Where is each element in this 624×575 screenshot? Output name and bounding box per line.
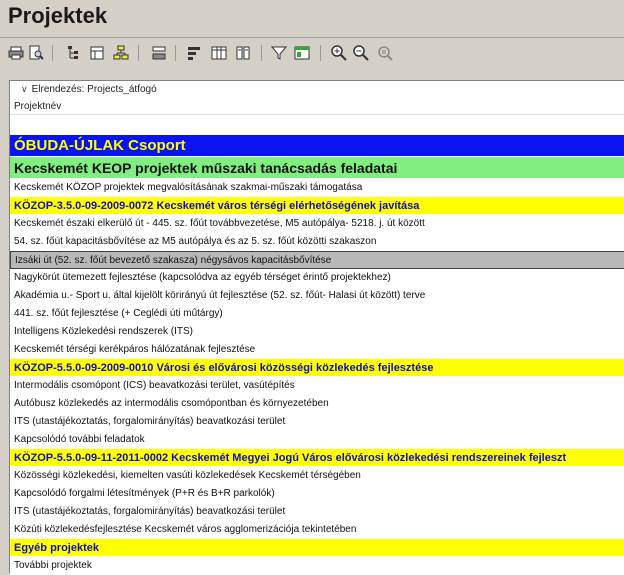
- list-item[interactable]: Kecskemét északi elkerülő út - 445. sz. …: [10, 215, 624, 233]
- list-item[interactable]: 441. sz. főút fejlesztése (+ Ceglédi úti…: [10, 305, 624, 323]
- layout-selector[interactable]: ∨ Elrendezés: Projects_átfogó: [10, 81, 624, 98]
- window-title: Projektek: [8, 3, 108, 28]
- list-item[interactable]: Autóbusz közlekedés az intermodális csom…: [10, 395, 624, 413]
- row-text: Izsáki út (52. sz. főút bevezető szakasz…: [15, 254, 332, 266]
- row-text: Közúti közlekedésfejlesztése Kecskemét v…: [14, 524, 357, 535]
- list-item[interactable]: Közúti közlekedésfejlesztése Kecskemét v…: [10, 521, 624, 539]
- toolbar-separator: [175, 45, 176, 61]
- list-item[interactable]: További projektek: [10, 557, 624, 575]
- row-text: KÖZOP-5.5.0-09-11-2011-0002 Kecskemét Me…: [14, 451, 567, 464]
- list-item[interactable]: Közösségi közlekedési, kiemelten vasúti …: [10, 467, 624, 485]
- book-icon[interactable]: [234, 44, 252, 62]
- toolbar-separator: [52, 45, 53, 61]
- title-separator: [0, 37, 624, 38]
- list-item[interactable]: Kapcsolódó forgalmi létesítmények (P+R é…: [10, 485, 624, 503]
- toolbar-separator: [261, 45, 262, 61]
- hierarchy-icon[interactable]: [112, 44, 130, 62]
- list-item[interactable]: Intelligens Közlekedési rendszerek (ITS): [10, 323, 624, 341]
- zoom-fit-icon[interactable]: [376, 44, 394, 62]
- selected-row[interactable]: Izsáki út (52. sz. főút bevezető szakasz…: [10, 251, 624, 269]
- row-text: Kapcsolódó további feladatok: [14, 434, 145, 445]
- group-header-row[interactable]: KÖZOP-5.5.0-09-11-2011-0002 Kecskemét Me…: [10, 449, 624, 467]
- row-text: Kecskemét KÖZOP projektek megvalósításán…: [14, 182, 363, 193]
- column-header-projektnev[interactable]: Projektnév: [10, 99, 624, 115]
- row-text: ITS (utastájékoztatás, forgalomirányítás…: [14, 506, 286, 517]
- group-header-row[interactable]: KÖZOP-3.5.0-09-2009-0072 Kecskemét város…: [10, 197, 624, 215]
- list-item[interactable]: Kapcsolódó további feladatok: [10, 431, 624, 449]
- group-header-row[interactable]: Egyéb projektek: [10, 539, 624, 557]
- row-text: Nagykörút ütemezett fejlesztése (kapcsol…: [14, 272, 391, 283]
- print-icon[interactable]: [7, 44, 25, 62]
- list-item[interactable]: ITS (utastájékoztatás, forgalomirányítás…: [10, 413, 624, 431]
- toolbar-separator: [320, 45, 321, 61]
- row-text: Kecskemét KEOP projektek műszaki tanácsa…: [14, 159, 398, 176]
- group-header-row[interactable]: Kecskemét KEOP projektek műszaki tanácsa…: [10, 157, 624, 179]
- group-header-row[interactable]: ÓBUDA-ÚJLAK Csoport: [10, 135, 624, 157]
- row-text: Intermodális csomópont (ICS) beavatkozás…: [14, 380, 295, 391]
- filter-icon[interactable]: [270, 44, 288, 62]
- chevron-down-icon[interactable]: ∨: [21, 84, 28, 95]
- toolbar-separator: [138, 45, 139, 61]
- row-text: Intelligens Közlekedési rendszerek (ITS): [14, 326, 193, 337]
- list-item[interactable]: ITS (utastájékoztatás, forgalomirányítás…: [10, 503, 624, 521]
- print-preview-icon[interactable]: [27, 44, 45, 62]
- row-text: Egyéb projektek: [14, 541, 99, 554]
- row-text: 54. sz. főút kapacitásbővítése az M5 aut…: [14, 236, 377, 247]
- title-bar: Projektek: [0, 0, 624, 38]
- toolbar: [0, 41, 624, 67]
- row-text: Akadémia u.- Sport u. által kijelölt kör…: [14, 290, 426, 301]
- sort-icon[interactable]: [185, 44, 203, 62]
- list-item[interactable]: Kecskemét térségi kerékpáros hálózatának…: [10, 341, 624, 359]
- list-item[interactable]: Akadémia u.- Sport u. által kijelölt kör…: [10, 287, 624, 305]
- group-icon[interactable]: [88, 44, 106, 62]
- list-item[interactable]: Nagykörút ütemezett fejlesztése (kapcsol…: [10, 269, 624, 287]
- filter-table-icon[interactable]: [293, 44, 311, 62]
- column-header-label: Projektnév: [14, 101, 62, 112]
- group-header-row[interactable]: KÖZOP-5.5.0-09-2009-0010 Városi és elővá…: [10, 359, 624, 377]
- row-text: Kecskemét térségi kerékpáros hálózatának…: [14, 344, 256, 355]
- row-text: Kapcsolódó forgalmi létesítmények (P+R é…: [14, 488, 275, 499]
- zoom-in-icon[interactable]: [330, 44, 348, 62]
- columns-icon[interactable]: [210, 44, 228, 62]
- row-text: ÓBUDA-ÚJLAK Csoport: [14, 137, 186, 154]
- row-text: KÖZOP-5.5.0-09-2009-0010 Városi és elővá…: [14, 361, 434, 374]
- list-item[interactable]: Intermodális csomópont (ICS) beavatkozás…: [10, 377, 624, 395]
- row-text: További projektek: [14, 560, 92, 571]
- row-text: KÖZOP-3.5.0-09-2009-0072 Kecskemét város…: [14, 199, 420, 212]
- projects-panel: ∨ Elrendezés: Projects_átfogó Projektnév…: [9, 80, 624, 575]
- layout-label: Elrendezés: Projects_átfogó: [31, 84, 157, 95]
- row-text: Kecskemét északi elkerülő út - 445. sz. …: [14, 218, 425, 229]
- tree-view-icon[interactable]: [63, 44, 81, 62]
- row-text: Közösségi közlekedési, kiemelten vasúti …: [14, 470, 361, 481]
- list-item[interactable]: 54. sz. főút kapacitásbővítése az M5 aut…: [10, 233, 624, 251]
- zoom-out-icon[interactable]: [352, 44, 370, 62]
- row-text: Autóbusz közlekedés az intermodális csom…: [14, 398, 329, 409]
- row-text: 441. sz. főút fejlesztése (+ Ceglédi úti…: [14, 308, 223, 319]
- list-item[interactable]: Kecskemét KÖZOP projektek megvalósításán…: [10, 179, 624, 197]
- row-text: ITS (utastájékoztatás, forgalomirányítás…: [14, 416, 286, 427]
- sum-icon[interactable]: [150, 44, 168, 62]
- project-list: ÓBUDA-ÚJLAK Csoport Kecskemét KEOP projek…: [10, 135, 624, 575]
